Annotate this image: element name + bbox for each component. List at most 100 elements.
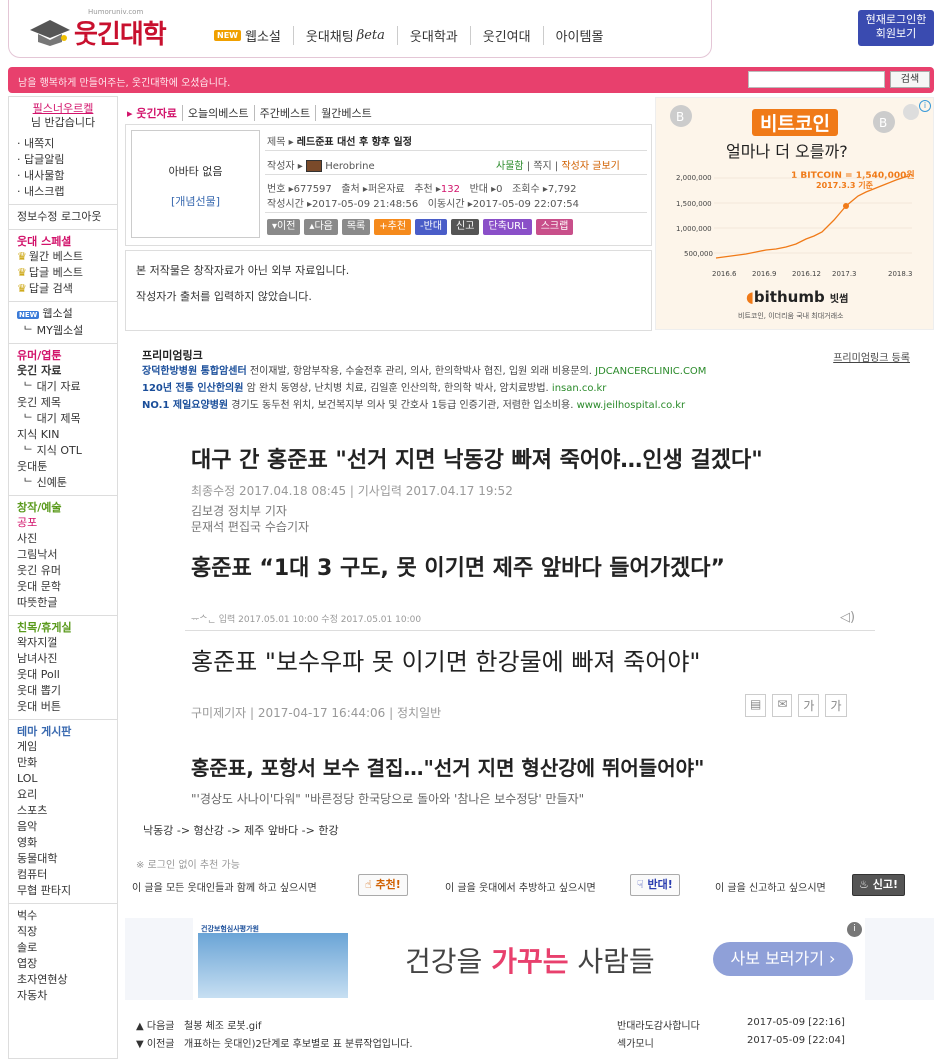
user-name[interactable]: 필스너우르켈 [17,101,117,116]
report-vote-button[interactable]: ♨ 신고! [852,874,905,896]
next-post-author[interactable]: 반대라도감사합니다 [617,1017,700,1032]
sidebar-item-social-0[interactable]: 왁자지껄 [17,635,117,651]
sidebar-item-label: 월간 베스트 [28,250,83,263]
ad-cta-button[interactable]: 사보 보러가기 › [713,942,853,976]
sidebar-item-pending-posts[interactable]: ᄂ 대기 자료 [17,379,117,395]
bitcoin-ad[interactable]: i B B 비트코인 얼마나 더 오를까? 1 BITCOIN = 1,540,… [655,97,934,330]
sidebar-item-otl[interactable]: ᄂ 지식 OTL [17,443,117,459]
nav-department[interactable]: 웃대학과 [396,25,470,45]
left-sidebar: 필스너우르켈 님 반갑습니다 · 내쪽지 · 답글알림 · 내사물함 · 내스크… [8,96,118,1059]
sidebar-item-etc-3[interactable]: 엽장 [17,956,117,972]
tab-funny-posts[interactable]: ▸ 웃긴자료 [127,105,182,121]
sidebar-item-reply-search[interactable]: ♛ 답글 검색 [17,281,117,297]
sidebar-item-horror[interactable]: 공포 [17,515,117,531]
ad-info-icon[interactable]: i [847,922,862,937]
search-input[interactable] [748,71,885,88]
recommend-button[interactable]: +추천 [374,219,412,235]
next-post-link[interactable]: ▲ 다음글 철봉 체조 로봇.gif [136,1017,261,1032]
sidebar-item-music[interactable]: 음악 [17,819,117,835]
prev-post-link[interactable]: ▼ 이전글 개표하는 웃대인)2단계로 후보별로 표 분류작업입니다. [136,1035,413,1050]
author-locker-link[interactable]: 사물함 [496,161,524,172]
sidebar-item-locker[interactable]: · 내사물함 [17,168,117,184]
short-url-button[interactable]: 단축URL [483,219,532,235]
headline-3: 홍준표 "보수우파 못 이기면 한강물에 빠져 죽어야" [191,648,701,676]
sidebar-item-warm[interactable]: 따뜻한글 [17,595,117,611]
nav-womens-college[interactable]: 웃긴여대 [469,25,543,45]
sidebar-item-social-3[interactable]: 웃대 뽑기 [17,683,117,699]
sidebar-item-webnovel[interactable]: NEW 웹소설 [17,306,117,323]
nav-chat[interactable]: 웃대채팅 βeta [292,25,397,45]
sidebar-item-reply-best[interactable]: ♛ 답글 베스트 [17,265,117,281]
oppose-vote-button[interactable]: ☟ 반대! [630,874,680,896]
sidebar-item-lol[interactable]: LOL [17,771,117,787]
sidebar-item-my-webnovel[interactable]: ᄂ MY웹소설 [17,323,117,339]
premium-link[interactable]: 120년 전통 인산한의원 암 완치 동영상, 난치병 치료, 김일훈 인산의학… [142,380,912,397]
premium-register-link[interactable]: 프리미엄링크 등록 [833,349,910,364]
sidebar-item-etc-0[interactable]: 벅수 [17,908,117,924]
sidebar-item-animal[interactable]: 동물대학 [17,851,117,867]
site-logo[interactable]: Humoruniv.com 웃긴대학 [30,8,180,50]
prev-button[interactable]: ▾이전 [267,219,301,235]
sidebar-item-messages[interactable]: · 내쪽지 [17,136,117,152]
post-title-row: 제목 ▸ 레드준표 대선 후 향후 일정 [267,133,412,148]
divider [265,150,647,151]
sidebar-item-monthly-best[interactable]: ♛ 월간 베스트 [17,249,117,265]
sidebar-item-etc-4[interactable]: 초자연현상 [17,972,117,988]
sidebar-item-funny-posts[interactable]: 웃긴 자료 [17,363,117,379]
sidebar-item-computer[interactable]: 컴퓨터 [17,867,117,883]
sidebar-item-kin[interactable]: 지식 KIN [17,427,117,443]
author-name[interactable]: Herobrine [325,161,374,172]
sidebar-item-cooking[interactable]: 요리 [17,787,117,803]
sidebar-item-comic[interactable]: 만화 [17,755,117,771]
scrap-button[interactable]: 스크랩 [535,219,574,235]
sidebar-item-new-toon[interactable]: ᄂ 신예툰 [17,475,117,491]
written-time: 2017-05-09 21:48:56 [312,199,419,210]
no-avatar-text: 아바타 없음 [168,165,223,178]
sidebar-item-photo[interactable]: 사진 [17,531,117,547]
tab-monthly-best[interactable]: 월간베스트 [315,105,377,121]
medal-icon: ♛ [17,282,27,295]
sidebar-item-toon[interactable]: 웃대툰 [17,459,117,475]
sidebar-item-pending-titles[interactable]: ᄂ 대기 제목 [17,411,117,427]
oppose-button[interactable]: -반대 [415,219,448,235]
sidebar-item-etc-2[interactable]: 솔로 [17,940,117,956]
next-button[interactable]: ▴다음 [304,219,338,235]
author-message-link[interactable]: 쪽지 [533,161,551,172]
sidebar-item-etc-1[interactable]: 직장 [17,924,117,940]
nav-webnovel[interactable]: NEW 웹소설 [214,26,293,45]
recommend-vote-button[interactable]: ☝ 추천! [358,874,408,896]
slogan-part: 가꾸는 [491,945,569,978]
online-members-button[interactable]: 현재로그인한 회원보기 [858,10,934,46]
sidebar-item-sports[interactable]: 스포츠 [17,803,117,819]
sidebar-item-social-4[interactable]: 웃대 버튼 [17,699,117,715]
article-reporter: 문재석 편집국 수습기자 [191,520,310,534]
tab-today-best[interactable]: 오늘의베스트 [181,105,254,121]
author-posts-link[interactable]: 작성자 글보기 [561,161,619,172]
sidebar-item-social-2[interactable]: 웃대 Poll [17,667,117,683]
prev-post-author[interactable]: 섹가모니 [617,1035,654,1050]
list-button[interactable]: 목록 [341,219,371,235]
nav-item-mall[interactable]: 아이템몰 [542,25,616,45]
sidebar-item-drawing[interactable]: 그림낙서 [17,547,117,563]
sidebar-item-etc-5[interactable]: 자동차 [17,988,117,1004]
report-button[interactable]: 신고 [451,219,480,235]
sidebar-item-scrap[interactable]: · 내스크랩 [17,184,117,200]
special-section: 웃대 스페셜 ♛ 월간 베스트 ♛ 답글 베스트 ♛ 답글 검색 [9,230,117,302]
sidebar-item-social-1[interactable]: 남녀사진 [17,651,117,667]
medal-icon: ♛ [17,250,27,263]
premium-link[interactable]: 장덕한방병원 통합암센터 전이재발, 항암부작용, 수술전후 관리, 의사, 한… [142,363,912,380]
search-button[interactable]: 검색 [890,71,930,88]
sidebar-item-humor[interactable]: 웃긴 유머 [17,563,117,579]
sidebar-item-game[interactable]: 게임 [17,739,117,755]
tab-weekly-best[interactable]: 주간베스트 [253,105,316,121]
sidebar-item-literature[interactable]: 웃대 문학 [17,579,117,595]
sidebar-item-fantasy[interactable]: 무협 판타지 [17,883,117,899]
premium-link[interactable]: NO.1 제일요양병원 경기도 동두천 위치, 보건복지부 의사 및 간호사 1… [142,397,912,414]
account-links[interactable]: 정보수정 로그아웃 [17,209,117,225]
sidebar-item-movie[interactable]: 영화 [17,835,117,851]
sidebar-item-reply-alerts[interactable]: · 답글알림 [17,152,117,168]
health-ad[interactable]: 건강보험심사평가원 건강을 가꾸는 사람들 사보 보러가기 › i [125,918,934,1000]
nav-label: 웃대학과 [409,29,458,45]
sidebar-item-funny-titles[interactable]: 웃긴 제목 [17,395,117,411]
gift-link[interactable]: [개념선물] [132,193,259,209]
